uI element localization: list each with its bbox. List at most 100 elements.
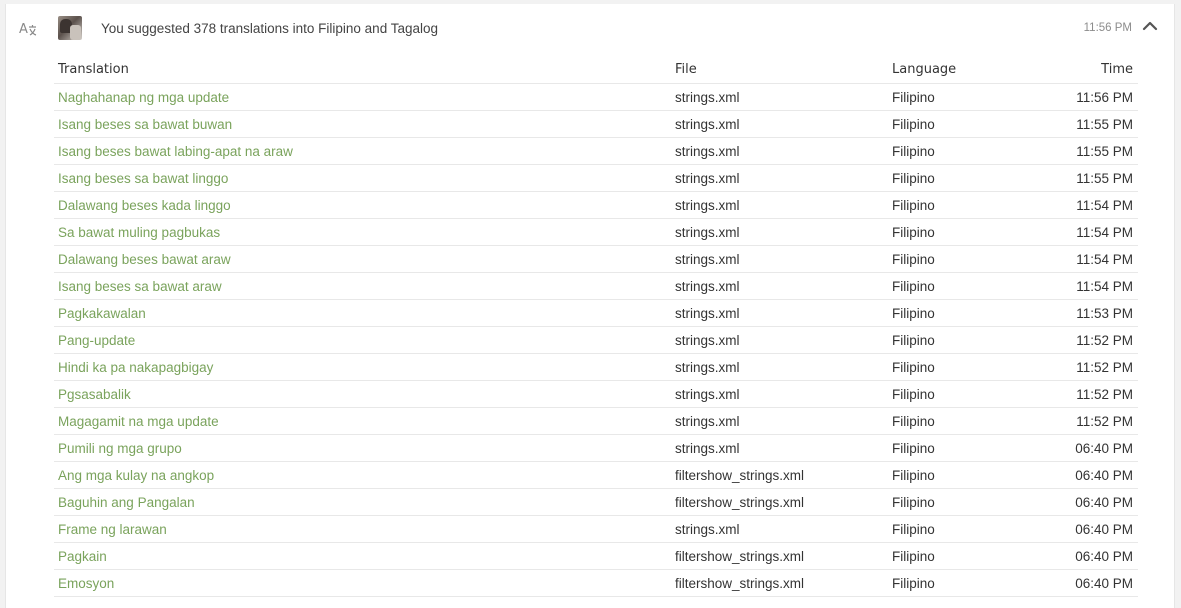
table-row: Hindi ka pa nakapagbigay strings.xml Filip…	[54, 353, 1138, 381]
table-row: Baguhin ang Pangalan filtershow_strings.x…	[54, 488, 1138, 516]
language-cell: Filipino	[888, 272, 1046, 300]
language-cell: Filipino	[888, 191, 1046, 219]
translation-link[interactable]: Dalawang beses bawat araw	[58, 252, 231, 267]
file-cell: strings.xml	[671, 515, 888, 543]
file-cell: strings.xml	[671, 434, 888, 462]
time-cell: 11:54 PM	[1046, 272, 1138, 300]
translate-icon: A	[18, 18, 40, 40]
translation-cell: Pagkakawalan	[54, 299, 671, 327]
language-cell: Filipino	[888, 83, 1046, 111]
language-cell: Filipino	[888, 299, 1046, 327]
table-row: Isang beses sa bawat linggo strings.xml Fi…	[54, 164, 1138, 192]
chevron-up-icon[interactable]	[1142, 19, 1158, 33]
language-cell: Filipino	[888, 164, 1046, 192]
language-cell: Filipino	[888, 326, 1046, 354]
activity-header: A You suggested 378 translations into Fi…	[6, 4, 1174, 52]
table-row: Emosyon filtershow_strings.xml Filipino 06:…	[54, 569, 1138, 597]
table-row: Frame ng larawan strings.xml Filipino 06:40…	[54, 515, 1138, 543]
file-cell: strings.xml	[671, 218, 888, 246]
translation-link[interactable]: Isang beses bawat labing-apat na araw	[58, 144, 293, 159]
translation-cell: Isang beses sa bawat buwan	[54, 110, 671, 138]
translation-link[interactable]: Isang beses sa bawat araw	[58, 279, 222, 294]
table-row: Pang-update strings.xml Filipino 11:52 PM	[54, 326, 1138, 354]
translation-cell: Sa bawat muling pagbukas	[54, 218, 671, 246]
translation-cell: Isang beses bawat labing-apat na araw	[54, 137, 671, 165]
translation-cell: Frame ng larawan	[54, 515, 671, 543]
language-cell: Filipino	[888, 137, 1046, 165]
file-cell: strings.xml	[671, 83, 888, 111]
translation-link[interactable]: Pagkakawalan	[58, 306, 146, 321]
avatar	[58, 16, 82, 40]
translation-link[interactable]: Ang mga kulay na angkop	[58, 468, 214, 483]
activity-time: 11:56 PM	[1083, 22, 1132, 34]
translation-link[interactable]: Emosyon	[58, 576, 114, 591]
time-cell: 06:40 PM	[1046, 569, 1138, 597]
translation-cell: Ang mga kulay na angkop	[54, 461, 671, 489]
time-cell: 11:54 PM	[1046, 191, 1138, 219]
translation-link[interactable]: Baguhin ang Pangalan	[58, 495, 195, 510]
time-cell: 11:54 PM	[1046, 245, 1138, 273]
time-cell: 06:40 PM	[1046, 434, 1138, 462]
table-row: Naghahanap ng mga update strings.xml Filip…	[54, 83, 1138, 111]
time-cell: 06:40 PM	[1046, 542, 1138, 570]
column-header-time: Time	[1046, 56, 1138, 84]
file-cell: filtershow_strings.xml	[671, 461, 888, 489]
table-header-row: Translation File Language Time	[54, 56, 1138, 84]
activity-summary: You suggested 378 translations into Fili…	[101, 21, 438, 36]
translation-link[interactable]: Dalawang beses kada linggo	[58, 198, 231, 213]
file-cell: strings.xml	[671, 245, 888, 273]
translation-link[interactable]: Isang beses sa bawat linggo	[58, 171, 228, 186]
translation-cell: Dalawang beses kada linggo	[54, 191, 671, 219]
column-header-file: File	[671, 56, 888, 84]
translation-cell: Emosyon	[54, 569, 671, 597]
translation-link[interactable]: Sa bawat muling pagbukas	[58, 225, 220, 240]
table-row: Dalawang beses bawat araw strings.xml Fili…	[54, 245, 1138, 273]
translation-link[interactable]: Frame ng larawan	[58, 522, 167, 537]
table-row: Dalawang beses kada linggo strings.xml Fil…	[54, 191, 1138, 219]
translations-table: Translation File Language Time Naghahana…	[54, 56, 1138, 597]
time-cell: 11:52 PM	[1046, 407, 1138, 435]
language-cell: Filipino	[888, 380, 1046, 408]
file-cell: strings.xml	[671, 326, 888, 354]
table-row: Pagkakawalan strings.xml Filipino 11:53 PM	[54, 299, 1138, 327]
table-row: Isang beses sa bawat araw strings.xml Fili…	[54, 272, 1138, 300]
file-cell: strings.xml	[671, 164, 888, 192]
translation-cell: Hindi ka pa nakapagbigay	[54, 353, 671, 381]
time-cell: 11:52 PM	[1046, 353, 1138, 381]
time-cell: 11:52 PM	[1046, 380, 1138, 408]
translation-link[interactable]: Magagamit na mga update	[58, 414, 219, 429]
translation-cell: Naghahanap ng mga update	[54, 83, 671, 111]
table-row: Magagamit na mga update strings.xml Filipi…	[54, 407, 1138, 435]
translation-link[interactable]: Pagkain	[58, 549, 107, 564]
language-cell: Filipino	[888, 110, 1046, 138]
translation-link[interactable]: Hindi ka pa nakapagbigay	[58, 360, 213, 375]
file-cell: strings.xml	[671, 191, 888, 219]
file-cell: filtershow_strings.xml	[671, 569, 888, 597]
file-cell: strings.xml	[671, 353, 888, 381]
time-cell: 11:53 PM	[1046, 299, 1138, 327]
language-cell: Filipino	[888, 407, 1046, 435]
translation-link[interactable]: Naghahanap ng mga update	[58, 90, 229, 105]
table-row: Pgsasabalik strings.xml Filipino 11:52 PM	[54, 380, 1138, 408]
translation-cell: Isang beses sa bawat araw	[54, 272, 671, 300]
language-cell: Filipino	[888, 488, 1046, 516]
file-cell: strings.xml	[671, 272, 888, 300]
translation-cell: Pumili ng mga grupo	[54, 434, 671, 462]
time-cell: 11:55 PM	[1046, 110, 1138, 138]
translation-link[interactable]: Isang beses sa bawat buwan	[58, 117, 232, 132]
time-cell: 06:40 PM	[1046, 461, 1138, 489]
language-cell: Filipino	[888, 569, 1046, 597]
translation-cell: Magagamit na mga update	[54, 407, 671, 435]
table-row: Pagkain filtershow_strings.xml Filipino 06:…	[54, 542, 1138, 570]
translation-link[interactable]: Pang-update	[58, 333, 135, 348]
activity-card: A You suggested 378 translations into Fi…	[5, 4, 1175, 608]
table-row: Ang mga kulay na angkop filtershow_string…	[54, 461, 1138, 489]
time-cell: 11:56 PM	[1046, 83, 1138, 111]
language-cell: Filipino	[888, 353, 1046, 381]
translation-link[interactable]: Pumili ng mga grupo	[58, 441, 182, 456]
translation-link[interactable]: Pgsasabalik	[58, 387, 131, 402]
file-cell: strings.xml	[671, 137, 888, 165]
translation-cell: Pang-update	[54, 326, 671, 354]
svg-text:A: A	[19, 22, 28, 37]
file-cell: strings.xml	[671, 407, 888, 435]
